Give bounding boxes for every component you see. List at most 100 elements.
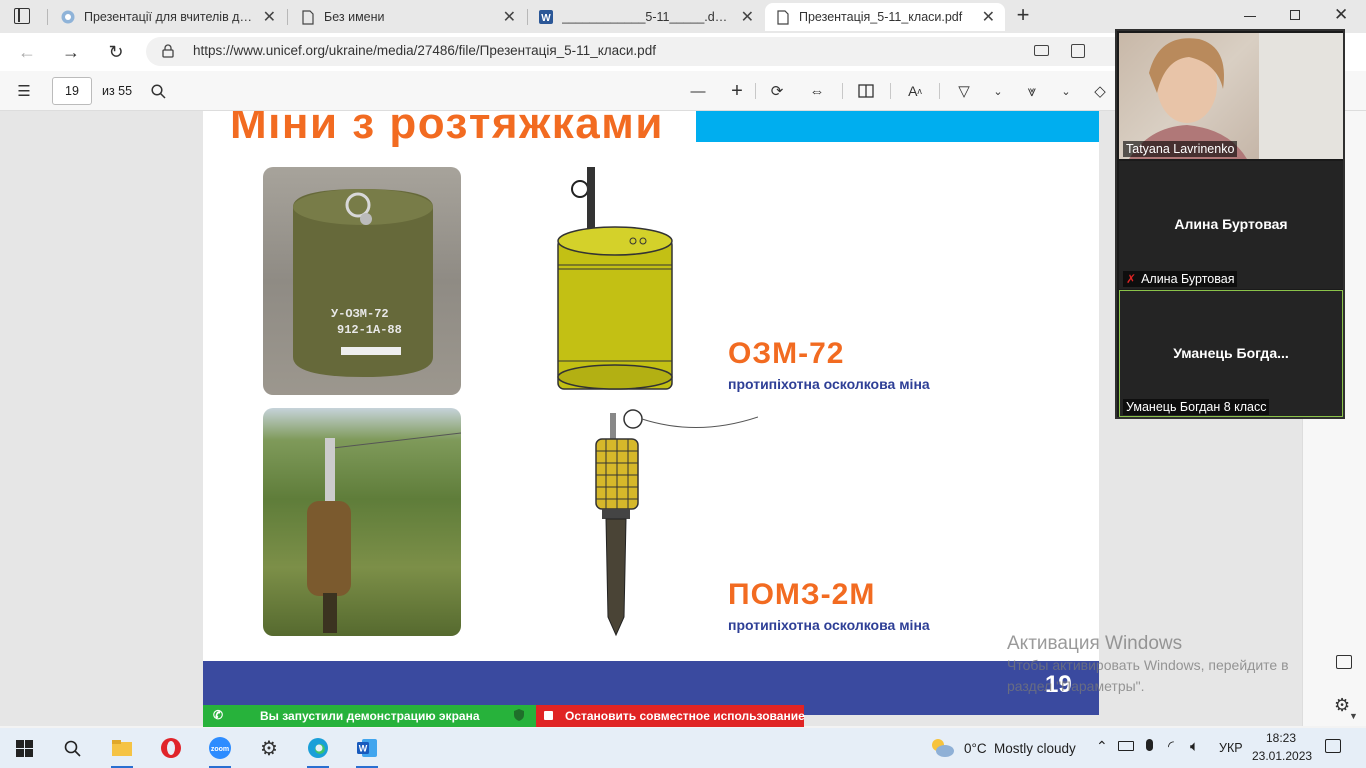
contents-icon[interactable]: ☰ [12, 79, 36, 103]
new-tab-icon[interactable]: + [1012, 4, 1034, 28]
wifi-icon[interactable]: ◜ [1168, 737, 1174, 755]
read-aloud-icon[interactable]: Aʌ [903, 79, 927, 103]
clock-time[interactable]: 18:23 [1266, 731, 1296, 745]
ozm-72-drawing [553, 165, 678, 397]
eraser-icon[interactable]: ◇ [1088, 79, 1112, 103]
close-tab-icon[interactable]: ✕ [741, 7, 754, 27]
search-icon[interactable] [146, 79, 170, 103]
word-app-icon[interactable]: W [349, 732, 385, 764]
cyan-band [696, 111, 1099, 142]
chevron-up-icon[interactable]: ⌃ [1096, 738, 1108, 755]
clock-date[interactable]: 23.01.2023 [1252, 749, 1312, 763]
chevron-down-icon[interactable]: ⌄ [986, 79, 1010, 103]
participant-big-name: Алина Буртовая [1174, 216, 1288, 232]
back-icon[interactable]: ← [14, 39, 40, 65]
video-tile-alina[interactable]: Алина Буртовая ✗ Алина Буртовая [1119, 161, 1343, 289]
extensions-icon[interactable] [1071, 44, 1085, 58]
weather-icon[interactable] [929, 736, 955, 761]
windows-start-icon[interactable] [6, 732, 42, 764]
zoom-app-icon[interactable]: zoom [202, 732, 238, 764]
search-icon[interactable] [54, 732, 90, 764]
page-number-input[interactable]: 19 [52, 77, 92, 105]
stop-icon [544, 711, 553, 720]
participant-name: Алина Буртовая [1141, 272, 1235, 286]
pomz-2m-photo [263, 408, 461, 636]
refresh-icon[interactable]: ↻ [103, 39, 129, 65]
split-screen-icon[interactable] [1336, 655, 1352, 669]
screen-share-status[interactable]: ✆ Вы запустили демонстрацию экрана [203, 705, 536, 727]
draw-icon[interactable]: ⩔ [1020, 79, 1044, 103]
svg-text:zoom: zoom [211, 746, 229, 753]
page-view-icon[interactable] [854, 79, 878, 103]
close-tab-icon[interactable]: ✕ [982, 7, 995, 27]
tab-title: Презентації для вчителів для пр [84, 10, 255, 24]
url-text: https://www.unicef.org/ukraine/media/274… [193, 43, 656, 58]
page-count: из 55 [102, 84, 133, 98]
participant-name-tag: ✗ Алина Буртовая [1123, 271, 1238, 287]
tab-unnamed[interactable]: Без имени ✕ [290, 3, 526, 31]
zoom-video-panel[interactable]: Tatyana Lavrinenko Алина Буртовая ✗ Алин… [1115, 29, 1345, 419]
stop-share-button[interactable]: Остановить совместное использование [536, 705, 805, 727]
mine-desc-pomz: протипіхотна осколкова міна [728, 617, 930, 633]
tab-title: Презентація_5-11_класи.pdf [799, 10, 963, 24]
minimize-icon[interactable] [1244, 16, 1256, 17]
opera-icon[interactable] [153, 732, 189, 764]
activation-title: Активация Windows [1007, 633, 1183, 654]
video-tile-umanets[interactable]: Уманець Богда... Уманець Богдан 8 класс [1119, 290, 1343, 417]
weather-desc[interactable]: Mostly cloudy [994, 741, 1076, 756]
mine-desc-ozm: протипіхотна осколкова міна [728, 376, 930, 392]
app-view-icon[interactable] [1034, 45, 1049, 56]
forward-icon[interactable]: → [58, 39, 84, 65]
microphone-icon[interactable] [1146, 739, 1153, 751]
highlight-icon[interactable]: ▽ [952, 79, 976, 103]
activation-line1: Чтобы активировать Windows, перейдите в [1007, 657, 1289, 673]
photo-label: 912-1А-88 [337, 323, 402, 337]
unicef-icon [60, 9, 76, 25]
tab-docx[interactable]: W ____________5-11_____.docx ✕ [528, 3, 764, 31]
tab-unicef[interactable]: Презентації для вчителів для пр ✕ [50, 3, 286, 31]
video-tile-tatyana[interactable]: Tatyana Lavrinenko [1119, 33, 1343, 159]
mine-name-ozm: ОЗМ-72 [728, 337, 845, 370]
stop-share-label: Остановить совместное использование [565, 709, 805, 723]
lock-icon [162, 44, 174, 58]
share-status-text: Вы запустили демонстрацию экрана [260, 709, 480, 723]
notifications-icon[interactable] [1325, 739, 1341, 753]
language-indicator[interactable]: УКР [1219, 741, 1243, 755]
fit-width-icon[interactable]: ⇔ [805, 79, 829, 103]
tab-title: Без имени [324, 10, 385, 24]
settings-icon[interactable]: ⚙ [1334, 695, 1350, 716]
svg-text:W: W [541, 13, 551, 24]
word-icon: W [538, 9, 554, 25]
settings-app-icon[interactable]: ⚙ [251, 732, 287, 764]
participant-name: Tatyana Lavrinenko [1123, 141, 1238, 157]
restore-icon[interactable] [1290, 10, 1300, 20]
muted-mic-icon: ✗ [1126, 272, 1137, 286]
drag-handle-icon[interactable]: ✆ [213, 708, 223, 722]
rotate-icon[interactable]: ⟳ [765, 79, 789, 103]
chevron-down-icon[interactable]: ⌄ [1054, 79, 1078, 103]
pdf-icon [775, 9, 791, 25]
url-field[interactable]: https://www.unicef.org/ukraine/media/274… [146, 37, 1146, 66]
close-tab-icon[interactable]: ✕ [263, 7, 276, 27]
zoom-out-icon[interactable]: — [686, 79, 710, 103]
battery-icon[interactable] [1118, 741, 1134, 751]
scroll-down-icon[interactable]: ▼ [1349, 711, 1358, 721]
tab-pdf[interactable]: Презентація_5-11_класи.pdf ✕ [765, 3, 1005, 31]
weather-temp[interactable]: 0°C [964, 741, 987, 756]
tab-actions-icon[interactable] [14, 8, 30, 24]
photo-label: У-ОЗМ-72 [331, 307, 389, 321]
slide-title: Міни з розтяжками [230, 111, 664, 148]
shield-icon [513, 708, 525, 722]
zoom-in-icon[interactable]: + [725, 79, 749, 103]
close-tab-icon[interactable]: ✕ [503, 7, 516, 27]
activation-line2: раздел "Параметры". [1007, 678, 1145, 694]
svg-text:W: W [359, 744, 368, 754]
volume-icon[interactable]: 🔈︎ [1190, 738, 1199, 755]
close-window-icon[interactable]: ✕ [1334, 5, 1348, 25]
file-explorer-icon[interactable] [104, 732, 140, 764]
pdf-page: Міни з розтяжками У-ОЗМ-72 912-1А-88 ОЗМ… [203, 111, 1099, 715]
page-icon [300, 9, 316, 25]
edge-icon[interactable] [300, 732, 336, 764]
mine-name-pomz: ПОМЗ-2М [728, 578, 876, 611]
participant-name: Уманець Богдан 8 класс [1123, 399, 1270, 415]
